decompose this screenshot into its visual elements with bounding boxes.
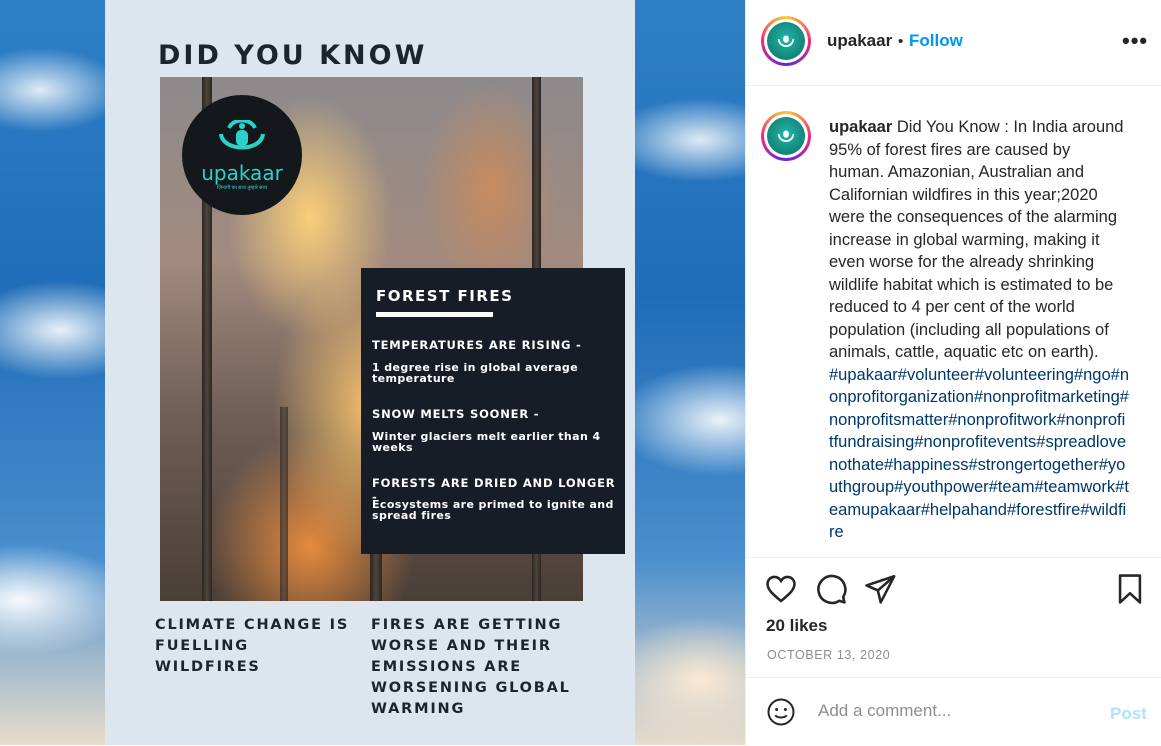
caption-username[interactable]: upakaar: [829, 118, 892, 136]
poster-title: DID YOU KNOW: [158, 40, 428, 71]
more-options-button[interactable]: •••: [1122, 28, 1148, 54]
heart-icon[interactable]: [764, 572, 798, 606]
fact-heading: TEMPERATURES ARE RISING -: [372, 338, 582, 352]
post-panel: upakaar • Follow ••• upakaar Did You Kno…: [745, 0, 1161, 745]
fact-text: Winter glaciers melt earlier than 4 week…: [372, 430, 601, 454]
post-image[interactable]: DID YOU KNOW upakaar ज़िन्दगी का साथ तुम…: [0, 0, 745, 745]
add-comment-bar: Post: [746, 677, 1161, 746]
post-caption: upakaar Did You Know : In India around 9…: [829, 116, 1129, 544]
post-date[interactable]: OCTOBER 13, 2020: [767, 648, 890, 662]
forest-fires-infobox: FOREST FIRES TEMPERATURES ARE RISING - 1…: [361, 268, 625, 554]
upakaar-logo-icon: [777, 35, 795, 47]
caption-hashtags[interactable]: #upakaar#volunteer#volunteering#ngo#nonp…: [829, 364, 1129, 544]
bookmark-icon[interactable]: [1113, 572, 1147, 606]
infobox-divider: [376, 312, 493, 317]
logo-wordmark: upakaar: [201, 160, 283, 185]
logo-tagline: ज़िन्दगी का साथ तुम्हारे साथ: [216, 184, 268, 191]
poster-caption-right: FIRES ARE GETTING WORSE AND THEIR EMISSI…: [371, 617, 571, 717]
comments-section[interactable]: upakaar Did You Know : In India around 9…: [746, 86, 1161, 556]
avatar[interactable]: [761, 16, 811, 66]
follow-button[interactable]: Follow: [909, 31, 963, 51]
separator-dot: •: [898, 33, 904, 50]
emoji-icon[interactable]: [766, 697, 796, 727]
poster-caption-left: CLIMATE CHANGE IS FUELLING WILDFIRES: [155, 617, 350, 675]
caption-avatar[interactable]: [761, 111, 811, 161]
infobox-title: FOREST FIRES: [376, 287, 514, 305]
caption-text: Did You Know : In India around 95% of fo…: [829, 118, 1124, 361]
share-icon[interactable]: [863, 572, 897, 606]
upakaar-logo: upakaar ज़िन्दगी का साथ तुम्हारे साथ: [182, 95, 302, 215]
post-header: upakaar • Follow •••: [746, 0, 1161, 86]
comment-icon[interactable]: [814, 572, 848, 606]
fact-text: Ecosystems are primed to ignite and spre…: [372, 498, 614, 522]
fact-text: 1 degree rise in global average temperat…: [372, 361, 579, 385]
comment-input[interactable]: [816, 700, 1090, 722]
action-bar: 20 likes OCTOBER 13, 2020: [746, 557, 1161, 678]
header-username[interactable]: upakaar: [827, 31, 892, 51]
post-comment-button[interactable]: Post: [1110, 704, 1147, 724]
fact-heading: SNOW MELTS SOONER -: [372, 407, 540, 421]
likes-count[interactable]: 20 likes: [766, 616, 827, 636]
hands-heart-icon: [219, 119, 265, 149]
upakaar-logo-icon: [777, 130, 795, 142]
